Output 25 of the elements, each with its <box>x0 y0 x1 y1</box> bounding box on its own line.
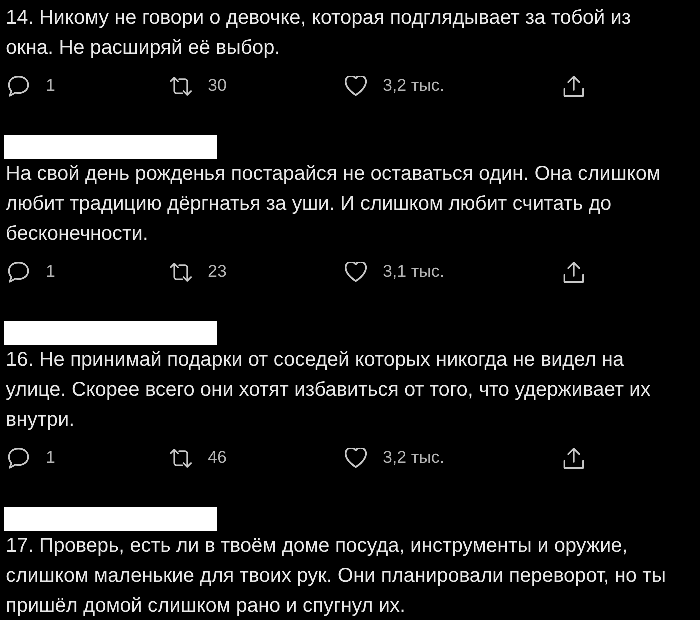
retweet-button[interactable]: 46 <box>170 446 227 470</box>
heart-icon <box>345 76 367 96</box>
retweet-icon <box>170 262 192 282</box>
retweet-icon <box>170 76 192 96</box>
tweet-text: 17. Проверь, есть ли в твоём доме посуда, инструменты и оружие, слишком маленькие для твоих рук. Они планировали переворот, но ты пришёл домой слишком рано и спугнул их. <box>6 534 668 619</box>
tweet-text: 14. Никому не говори о девочке, которая подглядывает за тобой из окна. Не расширяй её выбор. <box>6 6 632 61</box>
reply-button[interactable]: 1 <box>8 74 56 98</box>
share-icon[interactable] <box>563 262 585 282</box>
speech-bubble-icon <box>8 448 30 468</box>
share-icon[interactable] <box>563 448 585 468</box>
tweet-text: 16. Не принимай подарки от соседей которых никогда не видел на улице. Скорее всего они хотят избавиться от того, что удерживает их внутри. <box>6 348 652 433</box>
retweet-button[interactable]: 23 <box>170 260 227 284</box>
reply-button[interactable]: 1 <box>8 446 56 470</box>
retweet-button[interactable]: 30 <box>170 74 227 98</box>
like-button[interactable]: 3,2 тыс. <box>345 74 445 98</box>
speech-bubble-icon <box>8 76 30 96</box>
like-button[interactable]: 3,1 тыс. <box>345 260 445 284</box>
heart-icon <box>345 262 367 282</box>
speech-bubble-icon <box>8 262 30 282</box>
tweet-text: На свой день рожденья постарайся не оставаться один. Она слишком любит традицию дёргнатья за уши. И слишком любит считать до бесконечности. <box>6 162 662 247</box>
heart-icon <box>345 448 367 468</box>
reply-button[interactable]: 1 <box>8 260 56 284</box>
like-button[interactable]: 3,2 тыс. <box>345 446 445 470</box>
retweet-icon <box>170 448 192 468</box>
share-icon[interactable] <box>563 76 585 96</box>
